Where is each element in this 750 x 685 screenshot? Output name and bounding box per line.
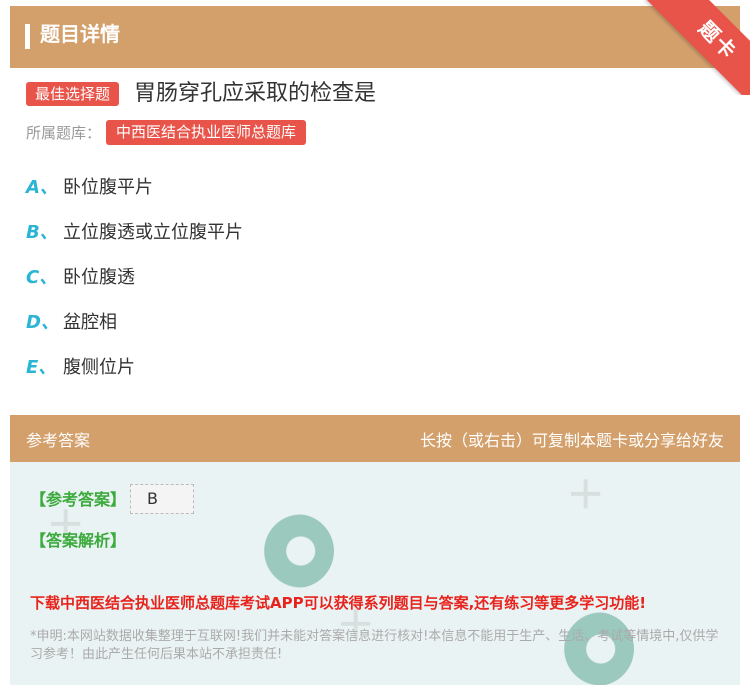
share-hint: 长按（或右击）可复制本题卡或分享给好友	[419, 431, 724, 450]
header-bar: 题目详情	[10, 6, 740, 68]
option-d[interactable]: D、 盆腔相	[26, 308, 117, 338]
option-text: 卧位腹平片	[63, 177, 153, 198]
option-text: 腹侧位片	[63, 357, 135, 378]
answer-value: B	[130, 484, 194, 514]
question-text: 胃肠穿孔应采取的检查是	[134, 81, 377, 106]
option-e[interactable]: E、 腹侧位片	[26, 353, 135, 383]
corner-ribbon: 题卡	[640, 0, 750, 95]
option-letter: A、	[26, 177, 58, 198]
option-letter: C、	[26, 267, 58, 288]
library-label: 所属题库：	[26, 124, 102, 142]
option-text: 盆腔相	[63, 312, 117, 333]
analysis-label: 【答案解析】	[30, 531, 127, 550]
disclaimer-text: *申明:本网站数据收集整理于互联网!我们并未能对答案信息进行核对!本信息不能用于…	[30, 629, 719, 662]
option-text: 卧位腹透	[63, 267, 135, 288]
ribbon-label: 题卡	[693, 15, 743, 65]
app-download-link[interactable]: 下载中西医结合执业医师总题库考试APP可以获得系列题目与答案,还有练习等更多学习…	[30, 592, 646, 613]
header-accent-bar	[25, 24, 30, 49]
option-b[interactable]: B、 立位腹透或立位腹平片	[26, 218, 243, 248]
answer-label: 【参考答案】	[30, 490, 127, 509]
option-text: 立位腹透或立位腹平片	[63, 222, 243, 243]
option-c[interactable]: C、 卧位腹透	[26, 263, 135, 293]
question-type-badge: 最佳选择题	[26, 82, 120, 106]
answer-header: 参考答案 长按（或右击）可复制本题卡或分享给好友	[10, 415, 740, 462]
library-link[interactable]: 中西医结合执业医师总题库	[106, 120, 307, 145]
answer-body: ✕ ✕ ✕ 【参考答案】 B 【答案解析】 下载中西医结合执业医师总题库考试AP…	[10, 462, 740, 685]
option-letter: E、	[26, 357, 57, 378]
option-letter: B、	[26, 222, 58, 243]
option-a[interactable]: A、 卧位腹平片	[26, 173, 153, 203]
option-letter: D、	[26, 312, 59, 333]
watermark-logo-icon: ✕	[558, 466, 615, 524]
answer-section-title: 参考答案	[26, 431, 91, 450]
question-card: 题目详情 题卡 最佳选择题 胃肠穿孔应采取的检查是 所属题库： 中西医结合执业医…	[0, 0, 750, 685]
watermark-logo-icon	[260, 514, 334, 588]
page-title: 题目详情	[40, 22, 120, 46]
